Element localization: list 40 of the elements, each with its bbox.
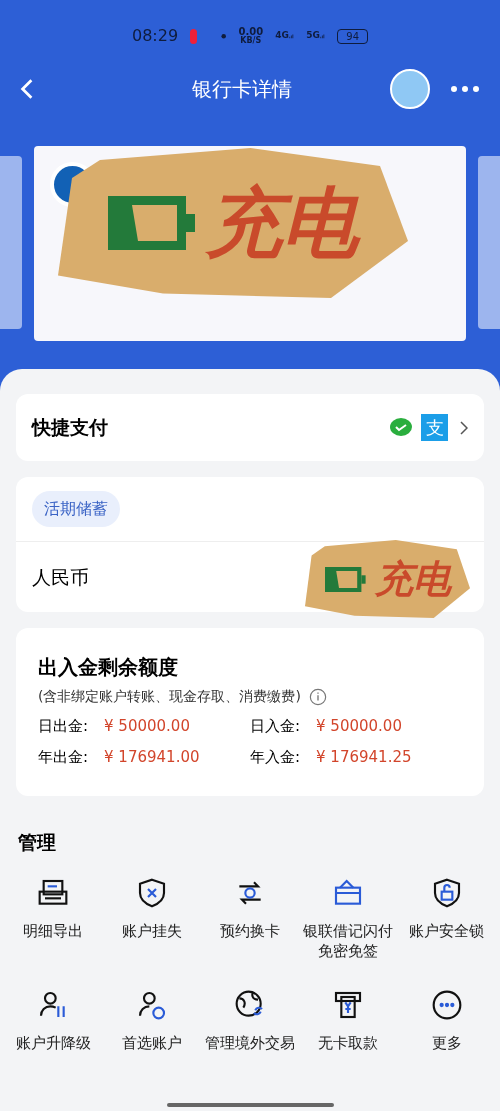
account-type-tag: 活期储蓄 — [32, 491, 120, 527]
more-icon[interactable] — [450, 85, 480, 93]
limits-title: 出入金剩余额度 — [38, 654, 179, 681]
limit-label: 年出金: — [38, 746, 89, 768]
sticker-text: 充电 — [374, 555, 451, 603]
limit-label: 年入金: — [250, 746, 301, 768]
signal-4g: 4G — [275, 29, 289, 43]
manage-item[interactable]: 首选账户 — [102, 984, 201, 1085]
manage-item[interactable]: 账户升降级 — [4, 984, 103, 1085]
manage-item[interactable]: 预约换卡 — [200, 872, 300, 973]
network-speed: 0.00 KB/S — [238, 27, 264, 45]
limit-amount: ¥ 176941.00 — [104, 746, 200, 768]
manage-item[interactable]: 账户挂失 — [102, 872, 201, 973]
limit-amount: ¥ 50000.00 — [104, 716, 190, 737]
manage-item[interactable]: 明细导出 — [4, 872, 103, 973]
chat-bubble-icon — [389, 416, 413, 439]
chevron-right-icon — [460, 420, 468, 435]
manage-item[interactable]: 账户安全锁 — [397, 872, 496, 973]
limits-note: (含非绑定账户转账、现金存取、消费缴费) — [38, 687, 301, 706]
limit-amount: ¥ 50000.00 — [316, 716, 402, 737]
section-title: 管理 — [17, 830, 57, 855]
info-icon[interactable] — [308, 687, 327, 706]
battery-level: 94 — [337, 28, 368, 44]
manage-item[interactable]: 更多 — [397, 984, 496, 1085]
status-time: 08:29 — [132, 25, 179, 47]
limit-amount: ¥ 176941.25 — [316, 746, 412, 768]
signal-5g: 5G — [306, 29, 320, 43]
function-icon — [430, 988, 463, 1021]
row-label: 快捷支付 — [32, 415, 109, 441]
limit-label: 日入金: — [250, 716, 301, 737]
app-notification-icon — [190, 28, 198, 44]
quick-pay-row[interactable]: 快捷支付 支 — [16, 394, 484, 461]
manage-item[interactable]: 管理境外交易 — [200, 984, 300, 1085]
page-title: 银行卡详情 — [191, 76, 293, 103]
manage-item[interactable]: 银联借记闪付免密免签 — [299, 872, 398, 973]
manage-item[interactable]: 无卡取款 — [299, 984, 398, 1085]
back-icon[interactable] — [20, 78, 34, 100]
payment-app-icon: 支 — [421, 414, 448, 441]
limit-label: 日出金: — [38, 716, 89, 737]
currency-label: 人民币 — [32, 564, 89, 590]
